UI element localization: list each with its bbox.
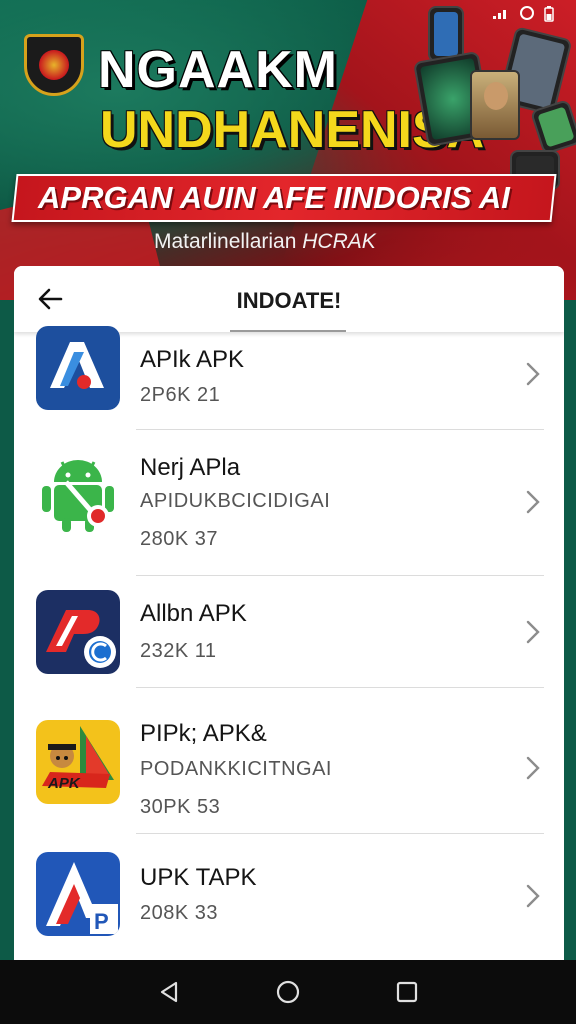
svg-text:P: P [94, 909, 109, 934]
chevron-right-icon [526, 362, 540, 386]
banner-subtitle-text: Matarlinellarian [154, 230, 303, 253]
garuda-emblem-icon [24, 34, 84, 96]
banner-subtitle: Matarlinellarian HCRAK [154, 230, 376, 254]
app-stats: 2P6K 21 [140, 384, 221, 406]
system-nav-bar [0, 960, 576, 1024]
list-item[interactable]: P UPK TAPK 208K 33 [14, 834, 564, 960]
status-bar-icons [492, 6, 554, 25]
nav-recents-button[interactable] [392, 977, 422, 1007]
app-list-panel: INDOATE! APIk APK 2P6K 21 Nerj APla APID… [14, 266, 564, 960]
app-stats: 30PK 53 [140, 796, 221, 818]
app-stats: 280K 37 [140, 528, 219, 550]
app-name: APIk APK [140, 346, 245, 373]
yellow-mascot-app-icon: APK [36, 720, 120, 804]
banner-subtitle-emphasis: HCRAK [302, 230, 376, 253]
nav-home-button[interactable] [273, 977, 303, 1007]
app-name: PIPk; APK& [140, 720, 267, 747]
app-package: PODANKKICITNGAI [140, 758, 332, 780]
list-item[interactable]: Allbn APK 232K 11 [14, 576, 564, 688]
alarm-icon [520, 6, 534, 25]
banner-title-line1: NGAAKM [98, 41, 338, 99]
app-name: UPK TAPK [140, 864, 257, 891]
red-p-app-icon [36, 590, 120, 674]
nav-back-button[interactable] [154, 977, 184, 1007]
app-stats: 232K 11 [140, 640, 217, 662]
chevron-right-icon [526, 884, 540, 908]
app-package: APIDUKBCICIDIGAI [140, 490, 331, 512]
blue-a-app-icon [36, 326, 120, 410]
chevron-right-icon [526, 490, 540, 514]
promo-banner: NGAAKM UNDHANENISA APRGAN AUIN AFE IINDO… [0, 0, 576, 300]
person-photo [470, 70, 520, 140]
android-robot-icon [36, 452, 120, 536]
list-item[interactable]: APIk APK 2P6K 21 [14, 326, 564, 430]
chevron-right-icon [526, 756, 540, 780]
list-item[interactable]: Nerj APla APIDUKBCICIDIGAI 280K 37 [14, 430, 564, 576]
app-stats: 208K 33 [140, 902, 219, 924]
chevron-right-icon [526, 620, 540, 644]
nav-home-icon [276, 980, 300, 1004]
app-name: Allbn APK [140, 600, 247, 627]
battery-icon [544, 6, 554, 25]
page-title: INDOATE! [236, 288, 342, 313]
nav-recents-icon [396, 981, 417, 1003]
nav-back-icon [161, 981, 178, 1003]
svg-text:APK: APK [47, 775, 81, 792]
signal-icon [492, 6, 510, 25]
blue-arrow-app-icon: P [36, 852, 120, 936]
app-name: Nerj APla [140, 454, 241, 481]
list-item[interactable]: APK PIPk; APK& PODANKKICITNGAI 30PK 53 [14, 688, 564, 834]
app-bar: INDOATE! [14, 266, 564, 332]
banner-ribbon-text: APRGAN AUIN AFE IINDORIS AI [38, 180, 510, 215]
